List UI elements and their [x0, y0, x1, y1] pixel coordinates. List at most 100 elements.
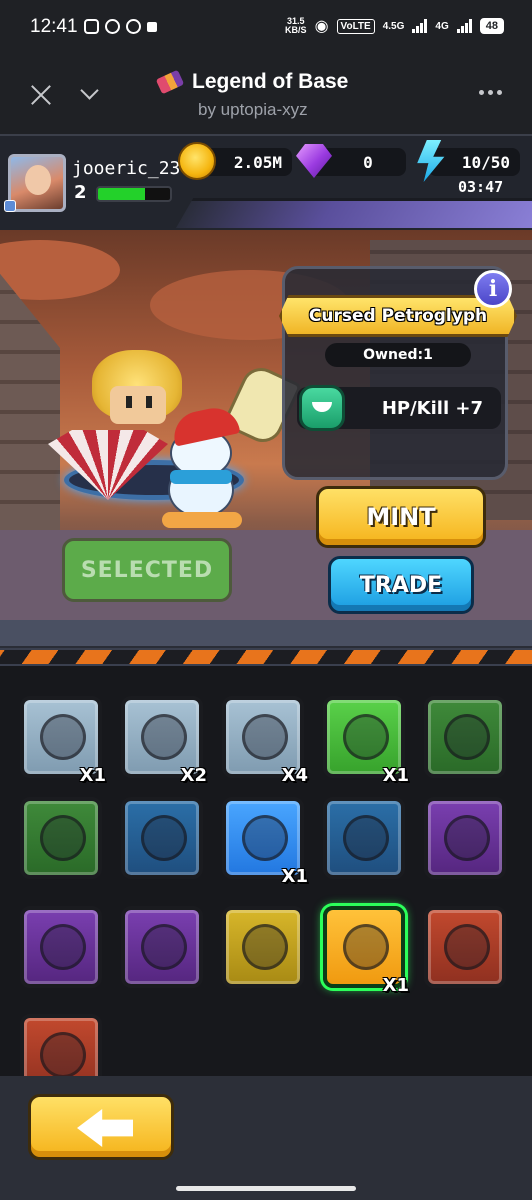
crown-icon — [141, 714, 187, 760]
hero-eye — [126, 396, 132, 408]
inventory-slot[interactable]: X1 — [323, 906, 409, 996]
gold-coin-icon — [178, 142, 216, 180]
divider-panel — [0, 620, 532, 648]
item-count: X1 — [281, 866, 308, 887]
item-stat: HP/Kill +7 — [297, 385, 501, 431]
bottom-bar — [0, 1076, 532, 1200]
shield-sigil-icon — [40, 924, 86, 970]
inventory-slot[interactable] — [323, 797, 405, 879]
app-subtitle: by uptopia-xyz — [198, 100, 308, 119]
network-speed: 31.5 KB/S — [285, 17, 307, 35]
character-scene: SELECTED Cursed Petroglyph Owned:1 HP/Ki… — [0, 230, 532, 620]
energy-value: 10/50 — [461, 152, 510, 172]
hero-eye — [146, 396, 152, 408]
inventory-slot[interactable] — [121, 797, 203, 879]
threads-icon — [126, 19, 141, 34]
item-info-panel: Cursed Petroglyph Owned:1 HP/Kill +7 — [279, 266, 517, 480]
info-button[interactable]: i — [474, 270, 512, 308]
app-title-group: Legend of Base — [155, 69, 349, 95]
app-title: Legend of Base — [192, 70, 349, 93]
snowman-pet — [156, 403, 246, 528]
battery-icon: 48 — [479, 18, 504, 34]
stone-ruins-left — [0, 270, 60, 530]
avatar-badge-icon — [4, 200, 16, 212]
horn-icon — [141, 815, 187, 861]
bow-icon — [242, 815, 288, 861]
bracelet-icon — [343, 815, 389, 861]
bell-icon — [444, 815, 490, 861]
stat-label: HP/Kill +7 — [381, 397, 483, 419]
pendant-icon — [242, 714, 288, 760]
petroglyph-icon — [343, 924, 389, 970]
home-indicator[interactable] — [176, 1186, 356, 1191]
status-bar: 12:41 31.5 KB/S ◉ VoLTE 4.5G 4G 48 — [0, 0, 532, 58]
chevron-down-icon[interactable] — [80, 84, 98, 102]
more-options-icon[interactable] — [479, 90, 502, 95]
inventory-slot[interactable]: X2 — [121, 696, 207, 786]
inventory-grid: X1 X2 X4 X1 X1 X1 — [0, 666, 532, 1096]
xp-bar — [96, 186, 172, 202]
mint-button[interactable]: MINT — [316, 486, 486, 548]
owned-count: Owned:1 — [325, 343, 471, 367]
section-divider — [0, 620, 532, 666]
back-arrow-icon — [77, 1109, 133, 1147]
player-bar: jooeric_23 2 2.05M 0 10/50 03:47 — [0, 134, 532, 230]
clock: 12:41 — [30, 16, 78, 37]
item-count: X1 — [79, 765, 106, 786]
player-level: 2 — [74, 182, 87, 203]
xp-bar-fill — [98, 188, 145, 200]
vampire-fang-icon — [299, 385, 345, 431]
pouch-icon — [40, 1032, 86, 1078]
gear-amulet-icon — [343, 714, 389, 760]
username: jooeric_23 — [72, 158, 181, 179]
decorative-stripe — [176, 198, 532, 228]
volte-badge: VoLTE — [336, 18, 375, 34]
item-count: X4 — [281, 765, 308, 786]
instagram-icon — [84, 19, 99, 34]
inventory-slot[interactable] — [424, 696, 506, 778]
gold-value: 2.05M — [233, 152, 282, 172]
speed-unit: KB/S — [285, 25, 307, 35]
inventory-slot[interactable]: X4 — [222, 696, 308, 786]
app-header: Legend of Base by uptopia-xyz — [0, 58, 532, 134]
wifi-icon: ◉ — [314, 18, 329, 35]
back-button[interactable] — [28, 1094, 174, 1160]
trade-button[interactable]: TRADE — [328, 556, 474, 614]
inventory-slot[interactable] — [424, 797, 506, 879]
inventory-slot[interactable] — [20, 797, 102, 879]
inventory-slot[interactable]: X1 — [222, 797, 308, 887]
energy-timer: 03:47 — [458, 178, 504, 196]
item-count: X2 — [180, 765, 207, 786]
system-indicators: 31.5 KB/S ◉ VoLTE 4.5G 4G 48 — [285, 16, 504, 36]
totem-icon — [242, 924, 288, 970]
item-count: X1 — [382, 975, 409, 996]
inventory-slot[interactable]: X1 — [20, 696, 106, 786]
inventory-slot[interactable]: X1 — [323, 696, 409, 786]
signal-icon-1 — [412, 19, 428, 33]
network-type-1: 4.5G — [382, 20, 405, 32]
gem-value: 0 — [363, 152, 373, 172]
inventory-slot[interactable] — [222, 906, 304, 988]
signal-icon-2 — [456, 19, 472, 33]
cloud-decoration — [0, 240, 120, 300]
bone-ring-icon — [40, 714, 86, 760]
notification-dot-icon — [147, 22, 157, 32]
snowman-scarf — [170, 470, 232, 484]
anvil-icon — [444, 924, 490, 970]
orb-icon — [444, 714, 490, 760]
energy-counter[interactable]: 10/50 — [428, 148, 520, 176]
mirror-icon — [141, 924, 187, 970]
notification-icons — [84, 19, 157, 34]
snowman-hat — [169, 403, 241, 447]
compass-icon — [40, 815, 86, 861]
selected-button[interactable]: SELECTED — [62, 538, 232, 602]
close-icon[interactable] — [28, 82, 54, 108]
snowman-stand — [162, 512, 242, 528]
messenger-icon — [105, 19, 120, 34]
hazard-stripe — [0, 650, 532, 664]
app-logo-icon — [155, 69, 185, 95]
inventory-slot[interactable] — [121, 906, 203, 988]
avatar[interactable] — [8, 154, 66, 212]
inventory-slot[interactable] — [424, 906, 506, 988]
inventory-slot[interactable] — [20, 906, 102, 988]
